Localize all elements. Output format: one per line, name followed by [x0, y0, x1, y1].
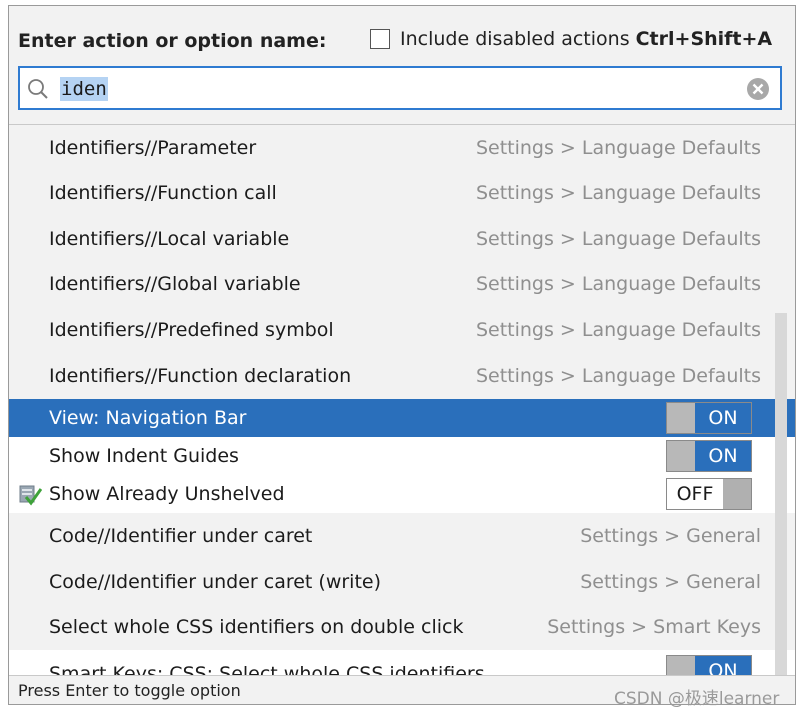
toggle-knob [667, 441, 695, 471]
search-query-text[interactable]: iden [60, 77, 108, 101]
result-path: Settings > Language Defaults [475, 319, 761, 341]
result-name: Identifiers//Function declaration [49, 365, 352, 387]
watermark: CSDN @极速learner [614, 689, 780, 709]
result-row[interactable]: Show Already Unshelved OFF [9, 475, 795, 513]
result-row[interactable]: Select whole CSS identifiers on double c… [9, 604, 795, 650]
clear-icon[interactable] [746, 77, 770, 101]
result-name: Select whole CSS identifiers on double c… [49, 616, 464, 638]
result-row[interactable]: Code//Identifier under caret (write) Set… [9, 559, 795, 604]
checkbox-box[interactable] [370, 29, 390, 49]
result-row[interactable]: Identifiers//Global variable Settings > … [9, 261, 795, 307]
result-path: Settings > Language Defaults [475, 365, 761, 387]
result-name: Code//Identifier under caret [49, 525, 313, 547]
result-name: Identifiers//Global variable [49, 273, 301, 295]
result-name: Show Indent Guides [49, 445, 239, 467]
list-scrollbar-thumb[interactable] [775, 313, 787, 675]
toggle-switch[interactable]: ON [666, 440, 752, 472]
toggle-label: ON [695, 656, 751, 675]
include-disabled-checkbox[interactable]: Include disabled actions Ctrl+Shift+A [370, 28, 772, 50]
prompt-label: Enter action or option name: [18, 30, 327, 52]
result-path: Settings > General [580, 571, 761, 593]
result-name: Identifiers//Function call [49, 182, 277, 204]
result-name: View: Navigation Bar [49, 407, 247, 429]
result-path: Settings > Language Defaults [475, 137, 761, 159]
toggle-label: ON [695, 403, 751, 433]
result-row[interactable]: Show Indent Guides ON [9, 437, 795, 475]
result-row[interactable]: Code//Identifier under caret Settings > … [9, 513, 795, 559]
result-path: Settings > Language Defaults [475, 228, 761, 250]
result-path: Settings > General [580, 525, 761, 547]
result-row[interactable]: Identifiers//Function call Settings > La… [9, 170, 795, 216]
toggle-knob [723, 479, 751, 509]
toggle-switch[interactable]: ON [666, 655, 752, 675]
result-name: Smart Keys: CSS: Select whole CSS identi… [49, 663, 485, 675]
unshelve-icon [19, 485, 42, 506]
toggle-knob [667, 403, 695, 433]
toggle-switch[interactable]: ON [666, 402, 752, 434]
result-row[interactable]: Identifiers//Predefined symbol Settings … [9, 307, 795, 352]
include-disabled-shortcut: Ctrl+Shift+A [635, 28, 773, 50]
toggle-switch[interactable]: OFF [666, 478, 752, 510]
result-row[interactable]: Identifiers//Function declaration Settin… [9, 352, 795, 399]
result-row-selected[interactable]: View: Navigation Bar ON [9, 399, 795, 437]
toggle-label: OFF [667, 479, 723, 509]
search-input[interactable]: iden [18, 66, 782, 110]
result-row[interactable]: Identifiers//Local variable Settings > L… [9, 216, 795, 261]
search-icon [28, 79, 48, 99]
result-name: Identifiers//Parameter [49, 137, 257, 159]
result-row[interactable]: Identifiers//Parameter Settings > Langua… [9, 125, 795, 170]
find-action-popup: Enter action or option name: Include dis… [8, 5, 796, 705]
result-path: Settings > Language Defaults [475, 273, 761, 295]
result-path: Settings > Smart Keys [547, 616, 761, 638]
result-name: Identifiers//Predefined symbol [49, 319, 334, 341]
result-name: Show Already Unshelved [49, 483, 285, 505]
result-row[interactable]: Smart Keys: CSS: Select whole CSS identi… [9, 650, 795, 675]
result-name: Identifiers//Local variable [49, 228, 290, 250]
toggle-knob [667, 656, 695, 675]
status-hint: Press Enter to toggle option [18, 681, 241, 700]
results-list[interactable]: Identifiers//Parameter Settings > Langua… [9, 125, 795, 675]
result-path: Settings > Language Defaults [475, 182, 761, 204]
result-name: Code//Identifier under caret (write) [49, 571, 382, 593]
toggle-label: ON [695, 441, 751, 471]
include-disabled-label[interactable]: Include disabled actions [400, 28, 630, 50]
popup-header: Enter action or option name: Include dis… [9, 6, 795, 125]
